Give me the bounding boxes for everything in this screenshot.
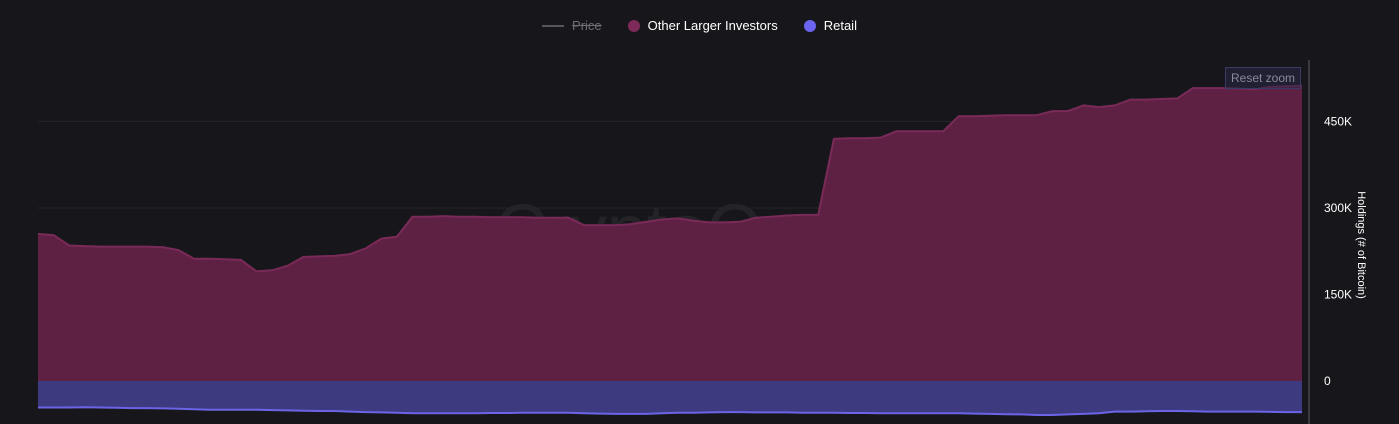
other-investors-dot-icon	[627, 19, 640, 32]
other-larger-investors-area	[38, 85, 1302, 381]
y-tick-label: 0	[1324, 374, 1331, 388]
legend-label-retail: Retail	[823, 18, 857, 33]
y-axis-label: Holdings (# of Bitcoin)	[1355, 191, 1367, 299]
chart-plot: CryptoQuant 0150K300K450K	[37, 60, 1352, 424]
legend-label-price: Price	[572, 18, 602, 33]
y-tick-label: 300K	[1324, 201, 1352, 215]
price-line-icon	[542, 24, 565, 27]
legend-item-price[interactable]: Price	[542, 18, 602, 33]
y-axis-ticks: 0 150K 300K 450K	[1324, 115, 1352, 389]
legend-label-other: Other Larger Investors	[647, 18, 778, 33]
legend-item-other-larger-investors[interactable]: Other Larger Investors	[627, 18, 778, 33]
y-tick-label: 450K	[1324, 115, 1352, 129]
y-tick-label: 150K	[1324, 288, 1352, 302]
reset-zoom-button[interactable]: Reset zoom	[1225, 67, 1301, 89]
legend-item-retail[interactable]: Retail	[803, 18, 857, 33]
retail-dot-icon	[803, 19, 816, 32]
series-areas	[37, 84, 1303, 416]
legend: Price Other Larger Investors Retail	[0, 18, 1399, 33]
